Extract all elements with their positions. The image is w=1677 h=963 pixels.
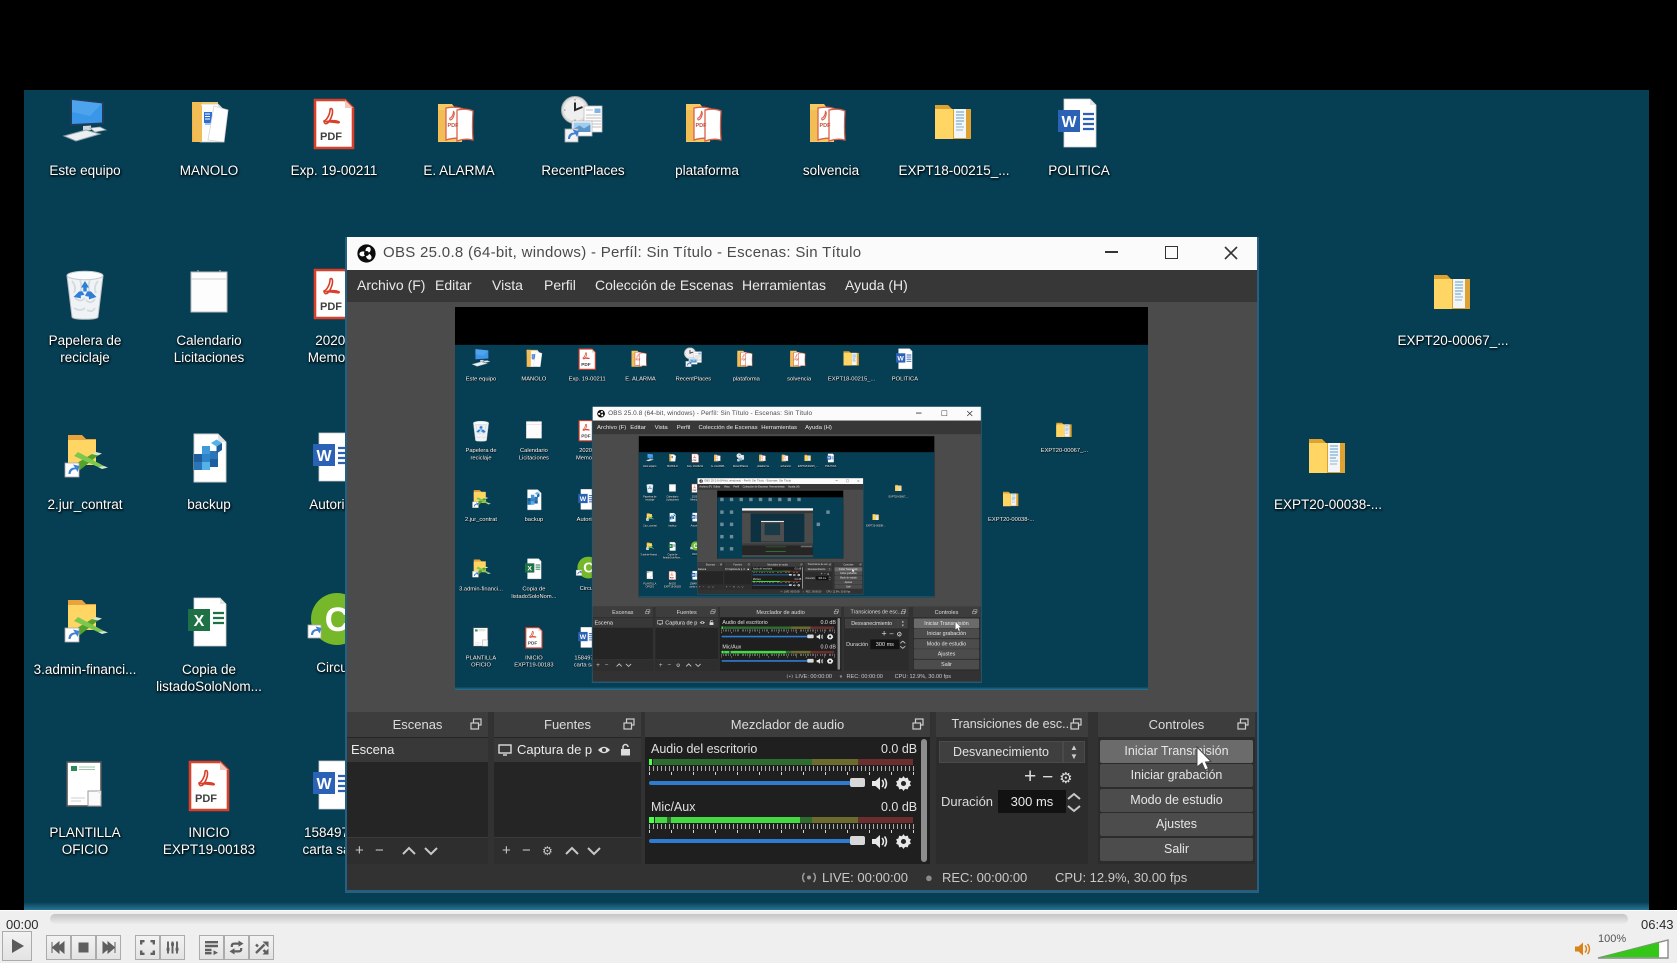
svg-text:W: W bbox=[827, 456, 830, 460]
svg-text:X: X bbox=[670, 544, 672, 548]
svg-text:PDF: PDF bbox=[320, 131, 342, 143]
svg-text:PDF: PDF bbox=[581, 433, 591, 438]
svg-text:PDF: PDF bbox=[741, 359, 746, 361]
svg-text:W: W bbox=[580, 496, 587, 503]
svg-text:W: W bbox=[692, 573, 695, 577]
svg-text:X: X bbox=[194, 613, 205, 630]
svg-text:W: W bbox=[1061, 114, 1077, 131]
svg-text:W: W bbox=[897, 355, 904, 362]
svg-text:X: X bbox=[527, 566, 532, 573]
svg-text:PDF: PDF bbox=[820, 123, 832, 129]
svg-text:W: W bbox=[316, 448, 332, 465]
svg-text:W: W bbox=[580, 634, 587, 641]
svg-text:PDF: PDF bbox=[448, 123, 460, 129]
svg-text:PDF: PDF bbox=[696, 123, 708, 129]
svg-text:PDF: PDF bbox=[636, 359, 641, 361]
svg-text:PDF: PDF bbox=[794, 359, 799, 361]
svg-text:PDF: PDF bbox=[581, 362, 591, 367]
svg-text:W: W bbox=[316, 776, 332, 793]
svg-text:PDF: PDF bbox=[528, 641, 538, 646]
svg-text:PDF: PDF bbox=[195, 793, 217, 805]
svg-text:W: W bbox=[692, 515, 695, 519]
svg-text:PDF: PDF bbox=[320, 301, 342, 313]
